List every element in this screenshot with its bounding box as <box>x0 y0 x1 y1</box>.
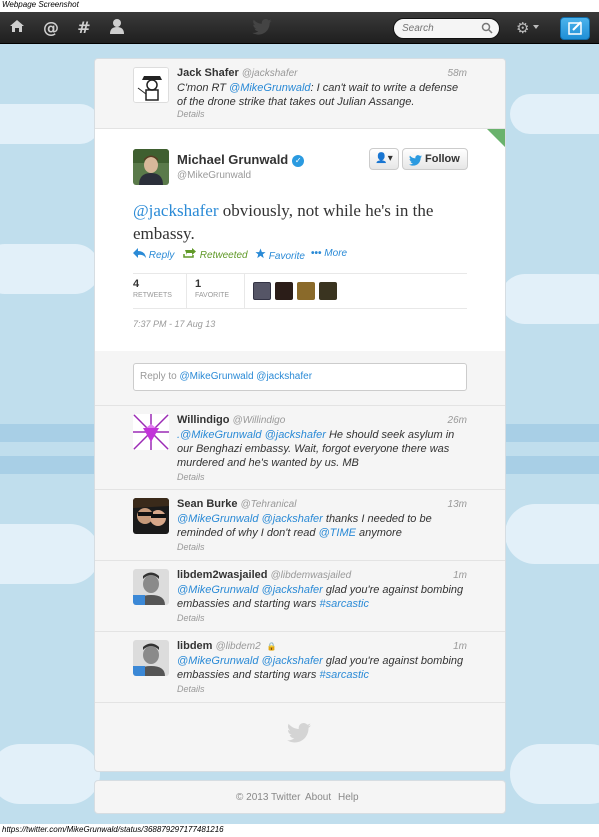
top-navigation-bar: @ # ⚙ <box>0 12 599 44</box>
avatar[interactable] <box>133 67 169 103</box>
mention-link[interactable]: .@MikeGrunwald @jackshafer <box>177 429 326 441</box>
tweet-handle[interactable]: @jackshafer <box>242 68 298 79</box>
tweet-author[interactable]: Jack Shafer @jackshafer <box>177 67 298 79</box>
compose-tweet-button[interactable] <box>560 17 590 40</box>
retweet-icon <box>183 248 196 258</box>
help-link[interactable]: Help <box>338 792 359 803</box>
tweet-text: @MikeGrunwald @jackshafer thanks I neede… <box>177 513 432 539</box>
tweet-stats: 4 RETWEETS 1 FAVORITE <box>133 273 467 309</box>
avatar[interactable] <box>133 569 169 605</box>
copyright-text: © 2013 Twitter <box>236 792 301 803</box>
mention-link[interactable]: @MikeGrunwald @jackshafer <box>177 655 323 667</box>
home-icon[interactable] <box>7 18 27 38</box>
favorites-stat[interactable]: 1 FAVORITE <box>195 278 229 299</box>
tweet-text: C'mon RT @MikeGrunwald: I can't wait to … <box>177 82 459 108</box>
retweeter-avatar[interactable] <box>253 282 271 300</box>
tweet-item[interactable]: Jack Shafer @jackshafer 58m C'mon RT @Mik… <box>95 59 505 129</box>
avatar[interactable] <box>133 414 169 450</box>
tweet-item[interactable]: libdem @libdem2 🔒 1m @MikeGrunwald @jacks… <box>95 632 505 703</box>
retweeter-avatar[interactable] <box>275 282 293 300</box>
twitter-bird-icon <box>409 153 422 173</box>
reply-input[interactable]: Reply to @MikeGrunwald @jackshafer <box>133 363 467 391</box>
profile-icon[interactable] <box>107 18 127 38</box>
tweet-text: @MikeGrunwald @jackshafer glad you're ag… <box>177 655 464 681</box>
mention-link[interactable]: @MikeGrunwald <box>229 82 310 94</box>
twitter-bird-icon <box>287 723 311 746</box>
tweet-time[interactable]: 13m <box>448 499 467 510</box>
verified-badge-icon: ✓ <box>292 155 305 167</box>
mention-link[interactable]: @MikeGrunwald @jackshafer <box>177 584 323 596</box>
tweet-item[interactable]: libdem2wasjailed @libdemwasjailed 1m @Mik… <box>95 561 505 632</box>
tweet-author[interactable]: Willindigo @Willindigo <box>177 414 285 426</box>
retweeted-button[interactable]: Retweeted <box>183 248 248 261</box>
details-link[interactable]: Details <box>177 613 205 623</box>
footer: © 2013 Twitter About Help <box>94 780 506 814</box>
tweet-text: .@MikeGrunwald @jackshafer He should see… <box>177 429 455 469</box>
gear-icon[interactable]: ⚙ <box>516 19 529 37</box>
more-dots-icon: ••• <box>311 248 322 259</box>
tweet-time[interactable]: 26m <box>448 415 467 426</box>
tweet-text: @MikeGrunwald @jackshafer glad you're ag… <box>177 584 464 610</box>
hashtag-link[interactable]: #sarcastic <box>319 669 369 681</box>
mention-link[interactable]: @jackshafer <box>133 201 219 220</box>
details-link[interactable]: Details <box>177 684 205 694</box>
tweet-item[interactable]: Willindigo @Willindigo 26m .@MikeGrunwald… <box>95 406 505 490</box>
avatar[interactable] <box>133 149 169 185</box>
avatar[interactable] <box>133 498 169 534</box>
twitter-bird-logo-icon[interactable] <box>252 19 272 38</box>
focused-tweet-text: @jackshafer obviously, not while he's in… <box>133 201 434 243</box>
about-link[interactable]: About <box>305 792 331 803</box>
tweet-author[interactable]: libdem2wasjailed @libdemwasjailed <box>177 569 351 581</box>
details-link[interactable]: Details <box>177 542 205 552</box>
retweet-corner-badge <box>487 129 505 147</box>
mentions-icon[interactable]: @ <box>41 18 61 38</box>
retweeter-avatar[interactable] <box>319 282 337 300</box>
discover-icon[interactable]: # <box>74 18 94 38</box>
mention-link[interactable]: @MikeGrunwald @jackshafer <box>177 513 323 525</box>
hashtag-link[interactable]: #sarcastic <box>319 598 369 610</box>
user-actions-button[interactable]: 👤▾ <box>369 148 399 170</box>
details-link[interactable]: Details <box>177 109 205 119</box>
retweeter-avatar[interactable] <box>297 282 315 300</box>
status-url: https://twitter.com/MikeGrunwald/status/… <box>2 825 224 834</box>
reply-icon <box>133 248 146 258</box>
tweet-author[interactable]: Sean Burke @Tehranical <box>177 498 296 510</box>
retweets-stat[interactable]: 4 RETWEETS <box>133 278 172 299</box>
tweet-author[interactable]: libdem @libdem2 🔒 <box>177 640 277 652</box>
more-button[interactable]: ••• More <box>311 248 347 259</box>
avatar[interactable] <box>133 640 169 676</box>
author-handle[interactable]: @MikeGrunwald <box>177 170 251 181</box>
reply-section: Reply to @MikeGrunwald @jackshafer <box>95 351 505 406</box>
star-icon <box>255 248 266 259</box>
tweet-time[interactable]: 58m <box>448 68 467 79</box>
tweet-timestamp[interactable]: 7:37 PM - 17 Aug 13 <box>133 319 215 329</box>
tweet-time[interactable]: 1m <box>453 570 467 581</box>
tweet-time[interactable]: 1m <box>453 641 467 652</box>
page-caption: Webpage Screenshot <box>2 0 79 9</box>
author-name[interactable]: Michael Grunwald ✓ <box>177 152 305 167</box>
search-icon[interactable] <box>481 22 493 37</box>
search-input[interactable] <box>402 19 482 38</box>
mention-link[interactable]: @TIME <box>319 527 356 539</box>
reply-button[interactable]: Reply <box>133 248 174 261</box>
search-box[interactable] <box>393 18 500 39</box>
tweet-item[interactable]: Sean Burke @Tehranical 13m @MikeGrunwald … <box>95 490 505 561</box>
favorite-button[interactable]: Favorite <box>255 248 305 262</box>
follow-button[interactable]: Follow <box>402 148 468 170</box>
chevron-down-icon[interactable] <box>533 25 539 29</box>
compose-icon <box>568 21 582 35</box>
lock-icon: 🔒 <box>266 642 277 651</box>
details-link[interactable]: Details <box>177 472 205 482</box>
conversation-panel: Jack Shafer @jackshafer 58m C'mon RT @Mik… <box>94 58 506 772</box>
